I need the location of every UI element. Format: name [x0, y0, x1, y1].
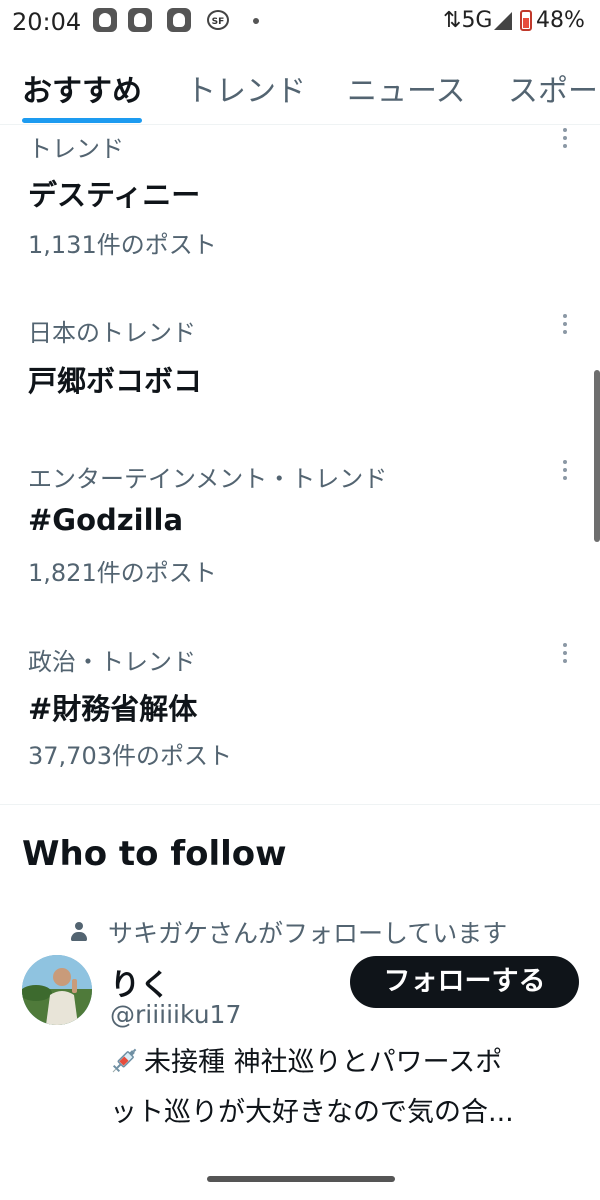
tab-news[interactable]: ニュース [347, 66, 466, 110]
person-icon [70, 922, 88, 942]
account-bio: 未接種 神社巡りとパワースポ ット巡りが大好きなので気の合... [110, 1038, 580, 1138]
home-gesture-bar[interactable] [207, 1176, 395, 1182]
network-label: 5G [461, 8, 493, 33]
trend-name: #Godzilla [28, 503, 184, 537]
active-tab-indicator [22, 118, 142, 123]
network-type: ⇅5G [443, 8, 493, 33]
battery-percent: 48% [536, 8, 585, 33]
battery-icon [520, 10, 532, 31]
account-handle[interactable]: @riiiiiku17 [110, 1000, 241, 1029]
trend-post-count: 37,703件のポスト [28, 742, 232, 770]
status-bar: 20:04 SF ⇅5G 48% [0, 0, 600, 44]
status-time: 20:04 [12, 8, 82, 36]
app-notification-icon [93, 8, 117, 32]
more-notifications-dot-icon [253, 18, 259, 24]
trend-name: 戸郷ボコボコ [28, 364, 203, 398]
trend-name: #財務省解体 [28, 692, 198, 726]
more-options-icon[interactable] [556, 314, 574, 342]
trend-category: 日本のトレンド [28, 319, 196, 347]
bio-line: ット巡りが大好きなので気の合... [110, 1097, 514, 1128]
avatar[interactable] [22, 955, 92, 1025]
syringe-icon [110, 1042, 140, 1073]
scrollbar[interactable] [594, 370, 600, 542]
explore-tabs: おすすめ トレンド ニュース スポーツ [0, 44, 600, 125]
section-divider [0, 804, 600, 805]
trend-category: 政治・トレンド [28, 648, 196, 676]
bio-line: 未接種 神社巡りとパワースポ [110, 1038, 580, 1088]
app-notification-icon [128, 8, 152, 32]
trend-post-count: 1,821件のポスト [28, 559, 217, 587]
more-options-icon[interactable] [556, 643, 574, 671]
who-to-follow-heading: Who to follow [22, 834, 287, 874]
trend-category: トレンド [28, 135, 124, 163]
more-options-icon[interactable] [556, 460, 574, 488]
app-notification-icon [167, 8, 191, 32]
follow-button[interactable]: フォローする [350, 956, 579, 1008]
more-options-icon[interactable] [556, 128, 574, 156]
trend-post-count: 1,131件のポスト [28, 231, 217, 259]
signal-icon [494, 12, 512, 30]
sf-icon: SF [207, 10, 229, 30]
trend-name: デスティニー [28, 178, 201, 212]
trend-category: エンターテインメント・トレンド [28, 465, 388, 493]
followed-by-text: サキガケさんがフォローしています [108, 919, 508, 948]
account-name[interactable]: りく [110, 960, 170, 1004]
tab-recommended[interactable]: おすすめ [22, 66, 142, 110]
tab-sports[interactable]: スポーツ [508, 66, 600, 110]
bio-text: 未接種 神社巡りとパワースポ [144, 1047, 503, 1078]
tab-trending[interactable]: トレンド [186, 66, 306, 110]
